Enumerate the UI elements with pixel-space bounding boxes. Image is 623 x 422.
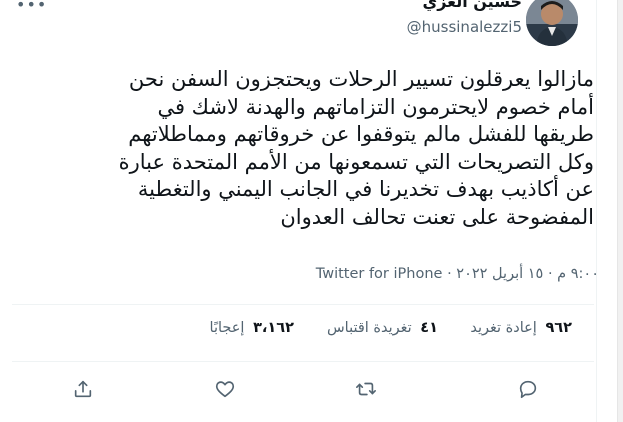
avatar[interactable]: [526, 0, 578, 46]
tweet-text: مازالوا يعرقلون تسيير الرحلات ويحتجزون ا…: [14, 66, 594, 231]
quotes-label: تغريدة اقتباس: [326, 320, 412, 336]
tweet-actions: [0, 372, 596, 408]
divider: [12, 304, 594, 305]
display-name[interactable]: حسين العزي: [423, 0, 522, 11]
meta-separator: ·: [447, 266, 452, 282]
tweet-date[interactable]: ١٥ أبريل ٢٠٢٢: [456, 266, 543, 282]
more-horizontal-icon[interactable]: •••: [16, 0, 46, 14]
tweet-time[interactable]: ٩:٠٠ م: [557, 266, 599, 282]
tweet-line: وكل التصريحات التي تسمعونها من الأمم الم…: [118, 149, 594, 174]
reply-icon[interactable]: [517, 378, 541, 402]
tweet-line: طريقها للفشل مالم يتوقفوا عن خروقاتهم وم…: [128, 122, 594, 146]
share-icon[interactable]: [72, 378, 96, 402]
column-border: [596, 0, 597, 422]
tweet-meta: ٩:٠٠ م · ١٥ أبريل ٢٠٢٢ · Twitter for iPh…: [316, 266, 599, 282]
meta-separator: ·: [547, 266, 553, 282]
retweets-label: إعادة تغريد: [470, 320, 537, 336]
scrollbar[interactable]: [617, 0, 623, 422]
user-handle[interactable]: @hussinalezzi5: [407, 18, 522, 36]
tweet-line: أمام خصوم لايحترمون التزاماتهم والهدنة ل…: [157, 94, 594, 119]
divider: [12, 361, 594, 362]
tweet-source[interactable]: Twitter for iPhone: [316, 266, 443, 282]
likes-label: إعجابًا: [209, 320, 245, 336]
retweets-stat[interactable]: ٩٦٢ إعادة تغريد: [470, 320, 572, 336]
tweet-header: ••• حسين العزي @hussinalezzi5: [0, 0, 596, 50]
tweet-line: مازالوا يعرقلون تسيير الرحلات ويحتجزون ا…: [128, 67, 594, 91]
like-icon[interactable]: [214, 378, 238, 402]
tweet-line: عن أكاذيب بهدف تخديرنا في الجانب اليمني …: [137, 177, 594, 201]
tweet-line: المفضوحة على تعنت تحالف العدوان: [280, 204, 594, 229]
tweet-stats: ٩٦٢ إعادة تغريد ٤١ تغريدة اقتباس ٣،١٦٢ إ…: [0, 320, 596, 350]
retweet-icon[interactable]: [355, 378, 379, 402]
likes-stat[interactable]: ٣،١٦٢ إعجابًا: [210, 320, 294, 336]
quotes-stat[interactable]: ٤١ تغريدة اقتباس: [327, 320, 438, 336]
avatar-photo: [526, 0, 578, 46]
retweets-count: ٩٦٢: [545, 320, 572, 336]
likes-count: ٣،١٦٢: [253, 320, 294, 336]
quotes-count: ٤١: [420, 320, 438, 336]
